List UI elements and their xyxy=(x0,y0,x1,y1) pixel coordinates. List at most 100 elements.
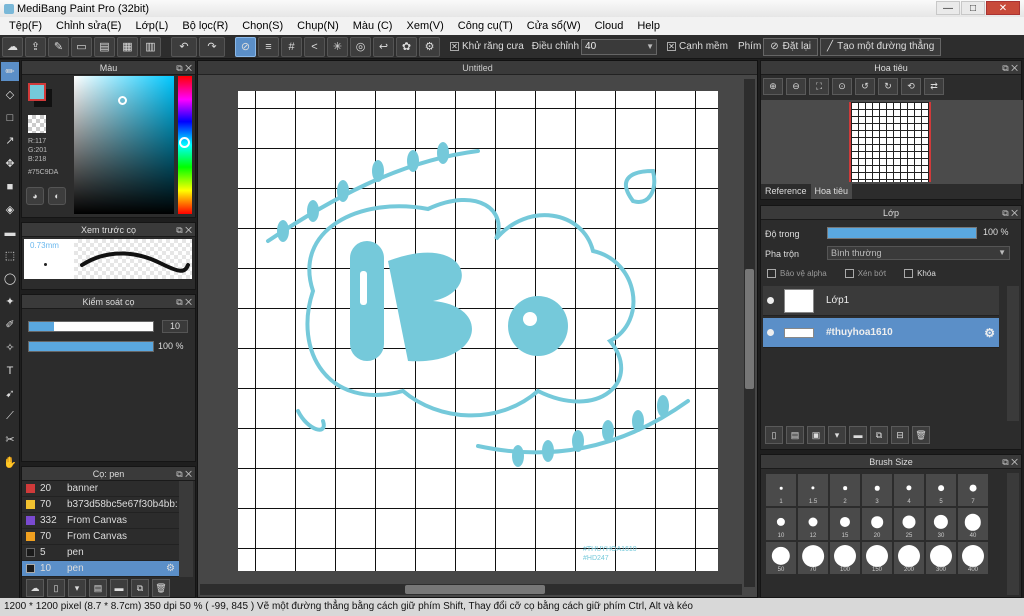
curve-snap-icon[interactable]: ↩ xyxy=(373,36,394,57)
redo-icon[interactable]: ↷ xyxy=(199,36,225,57)
folder-icon[interactable]: ▬ xyxy=(110,579,128,597)
transparent-swatch[interactable] xyxy=(28,115,46,133)
menu-color[interactable]: Màu (C) xyxy=(346,20,400,32)
add-layer-menu-icon[interactable]: ▾ xyxy=(828,426,846,444)
drawing-canvas[interactable]: #THUYHOA1610 #HD247 xyxy=(238,91,718,571)
text-tool-icon[interactable]: T xyxy=(1,361,19,380)
snap-off-icon[interactable]: ⊘ xyxy=(235,36,256,57)
zoom-in-icon[interactable]: ⊕ xyxy=(763,78,783,95)
eye-icon[interactable] xyxy=(767,297,774,304)
palette-icon[interactable]: ◕ xyxy=(26,187,44,205)
dropper-tool-icon[interactable]: ⟋ xyxy=(1,407,19,426)
gear-icon[interactable]: ⚙ xyxy=(166,563,175,574)
lock-toggle[interactable]: Khóa xyxy=(904,269,936,278)
brush-size-cell[interactable]: 7 xyxy=(957,473,989,507)
select-tool-icon[interactable]: ⬚ xyxy=(1,246,19,265)
brush-size-value[interactable]: 10 xyxy=(162,320,188,333)
antialias-checkbox[interactable]: ✕ xyxy=(450,42,459,51)
fill-rect-tool-icon[interactable]: ■ xyxy=(1,177,19,196)
brush-size-cell[interactable]: 5 xyxy=(925,473,957,507)
menu-tools[interactable]: Công cụ(T) xyxy=(451,20,520,32)
actual-size-icon[interactable]: ⊙ xyxy=(832,78,852,95)
hue-handle[interactable] xyxy=(179,137,190,148)
dot-tool-icon[interactable]: ↗ xyxy=(1,131,19,150)
clipping-toggle[interactable]: Xén bớt xyxy=(844,269,886,278)
brush-size-cell[interactable]: 20 xyxy=(861,507,893,541)
canvas-horizontal-scrollbar[interactable] xyxy=(200,584,742,595)
antialias-toggle[interactable]: ✕ Khử răng cưa xyxy=(450,41,524,52)
popout-icon[interactable]: ⧉ ✕ xyxy=(176,467,192,481)
lasso-tool-icon[interactable]: ◯ xyxy=(1,269,19,288)
panel-icon[interactable]: ▦ xyxy=(117,36,138,57)
vertical-scroll-thumb[interactable] xyxy=(745,269,754,389)
rotate-left-icon[interactable]: ↺ xyxy=(855,78,875,95)
popout-icon[interactable]: ⧉ ✕ xyxy=(176,295,192,309)
zoom-out-icon[interactable]: ⊖ xyxy=(786,78,806,95)
brush-size-cell[interactable]: 2 xyxy=(829,473,861,507)
new-brush-icon[interactable]: ▯ xyxy=(47,579,65,597)
brush-size-cell[interactable]: 15 xyxy=(829,507,861,541)
correction-select[interactable]: 40 ▼ xyxy=(581,38,658,55)
brush-size-cell[interactable]: 30 xyxy=(925,507,957,541)
gear-icon[interactable]: ⚙ xyxy=(419,36,440,57)
protect-alpha-toggle[interactable]: Bảo vệ alpha xyxy=(767,269,827,278)
select-eraser-icon[interactable]: ✧ xyxy=(1,338,19,357)
merge-layer-icon[interactable]: ⊟ xyxy=(891,426,909,444)
select-pen-icon[interactable]: ✐ xyxy=(1,315,19,334)
brush-tool-icon[interactable]: ✏ xyxy=(1,62,19,81)
sharp-edge-checkbox[interactable]: ✕ xyxy=(667,42,677,51)
sharp-edge-toggle[interactable]: ✕ Cạnh mềm xyxy=(667,41,728,52)
brush-opacity-slider[interactable] xyxy=(28,341,154,352)
bucket-tool-icon[interactable]: ◈ xyxy=(1,200,19,219)
brush-size-cell[interactable]: 100 xyxy=(829,541,861,575)
cloud-icon[interactable]: ☁ xyxy=(2,36,23,57)
menu-view[interactable]: Xem(V) xyxy=(399,20,450,32)
brush-size-cell[interactable]: 1 xyxy=(765,473,797,507)
maximize-button[interactable]: □ xyxy=(961,1,985,15)
new-8bit-layer-icon[interactable]: ▣ xyxy=(807,426,825,444)
undo-icon[interactable]: ↶ xyxy=(171,36,197,57)
minimize-button[interactable]: — xyxy=(936,1,960,15)
layer-item[interactable]: Lớp1 xyxy=(763,286,999,316)
folder-icon[interactable]: ▬ xyxy=(849,426,867,444)
popout-icon[interactable]: ⧉ ✕ xyxy=(176,61,192,75)
tab-navigator[interactable]: Hoa tiêu xyxy=(810,184,853,199)
flip-icon[interactable]: ⇄ xyxy=(924,78,944,95)
brush-item[interactable]: 5 pen xyxy=(22,545,179,561)
brush-size-slider[interactable] xyxy=(28,321,154,332)
trash-icon[interactable]: 🗑 xyxy=(152,579,170,597)
navigator-view[interactable] xyxy=(761,100,1023,184)
magic-wand-icon[interactable]: ✦ xyxy=(1,292,19,311)
brush-item[interactable]: 20 banner xyxy=(22,481,179,497)
lock-checkbox[interactable] xyxy=(904,269,914,278)
gradient-tool-icon[interactable]: ▬ xyxy=(1,223,19,242)
share-icon[interactable]: ⇪ xyxy=(25,36,46,57)
brush-size-cell[interactable]: 10 xyxy=(765,507,797,541)
radiate-snap-icon[interactable]: ✳ xyxy=(327,36,348,57)
menu-snap[interactable]: Chụp(N) xyxy=(290,20,346,32)
popout-icon[interactable]: ⧉ ✕ xyxy=(1002,455,1018,469)
divide-tool-icon[interactable]: ✂ xyxy=(1,430,19,449)
brush-item[interactable]: 332 From Canvas xyxy=(22,513,179,529)
popout-icon[interactable]: ⧉ ✕ xyxy=(176,223,192,237)
navigator-thumbnail[interactable] xyxy=(849,102,931,182)
add-brush-icon[interactable]: ▾ xyxy=(68,579,86,597)
operation-tool-icon[interactable]: ➹ xyxy=(1,384,19,403)
reset-view-icon[interactable]: ⟲ xyxy=(901,78,921,95)
menu-filter[interactable]: Bộ lọc(R) xyxy=(175,20,235,32)
hand-tool-icon[interactable]: ✋ xyxy=(1,453,19,472)
rectangle-tool-icon[interactable]: □ xyxy=(1,108,19,127)
saturation-value-picker[interactable] xyxy=(74,76,174,214)
layer-list-scrollbar[interactable] xyxy=(1007,286,1019,421)
chat-icon[interactable]: ▭ xyxy=(71,36,92,57)
brush-size-cell[interactable]: 12 xyxy=(797,507,829,541)
clipping-checkbox[interactable] xyxy=(844,269,854,278)
brush-size-cell[interactable]: 40 xyxy=(957,507,989,541)
popout-icon[interactable]: ⧉ ✕ xyxy=(1002,61,1018,75)
close-button[interactable]: ✕ xyxy=(986,1,1020,15)
brush-size-cell[interactable]: 150 xyxy=(861,541,893,575)
foreground-color-swatch[interactable] xyxy=(28,83,46,101)
picker-handle[interactable] xyxy=(118,96,127,105)
copy-brush-icon[interactable]: ▤ xyxy=(89,579,107,597)
color-swap-icon[interactable]: ◐ xyxy=(48,187,66,205)
